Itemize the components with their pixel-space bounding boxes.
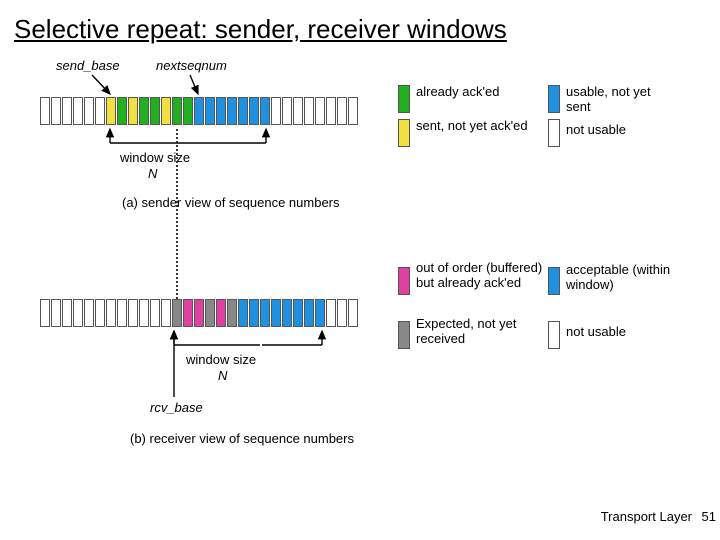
legend-box-not-usable-receiver [548, 321, 560, 349]
slide-title: Selective repeat: sender, receiver windo… [0, 0, 720, 47]
dotted-connector [176, 129, 178, 299]
legend-box-usable-not-sent [548, 85, 560, 113]
receiver-caption: (b) receiver view of sequence numbers [130, 431, 354, 446]
sender-window-size-var: N [148, 167, 157, 182]
legend-box-expected [398, 321, 410, 349]
legend-box-sent-not-acked [398, 119, 410, 147]
rcv-base-label: rcv_base [150, 401, 203, 416]
legend-box-not-usable-sender [548, 119, 560, 147]
send-base-label: send_base [56, 59, 120, 74]
footer-chapter: Transport Layer [601, 509, 692, 524]
legend-sent-not-acked: sent, not yet ack'ed [416, 119, 528, 134]
legend-box-already-acked [398, 85, 410, 113]
sender-sequence-bars [40, 97, 359, 125]
receiver-sequence-bars [40, 299, 359, 327]
sender-caption: (a) sender view of sequence numbers [122, 195, 340, 210]
legend-box-acceptable [548, 267, 560, 295]
diagram-figure: send_base nextseqnum already ack'ed sent… [0, 47, 720, 487]
legend-box-out-of-order [398, 267, 410, 295]
page-number: 51 [702, 509, 716, 524]
legend-already-acked: already ack'ed [416, 85, 499, 100]
nextseqnum-label: nextseqnum [156, 59, 227, 74]
legend-expected: Expected, not yet received [416, 317, 546, 347]
legend-not-usable-sender: not usable [566, 123, 626, 138]
legend-acceptable: acceptable (within window) [566, 263, 686, 293]
legend-out-of-order: out of order (buffered) but already ack'… [416, 261, 546, 291]
legend-usable-not-sent: usable, not yet sent [566, 85, 676, 115]
receiver-window-size-label: window size [186, 353, 256, 368]
legend-not-usable-receiver: not usable [566, 325, 626, 340]
sender-window-size-label: window size [120, 151, 190, 166]
receiver-window-size-var: N [218, 369, 227, 384]
